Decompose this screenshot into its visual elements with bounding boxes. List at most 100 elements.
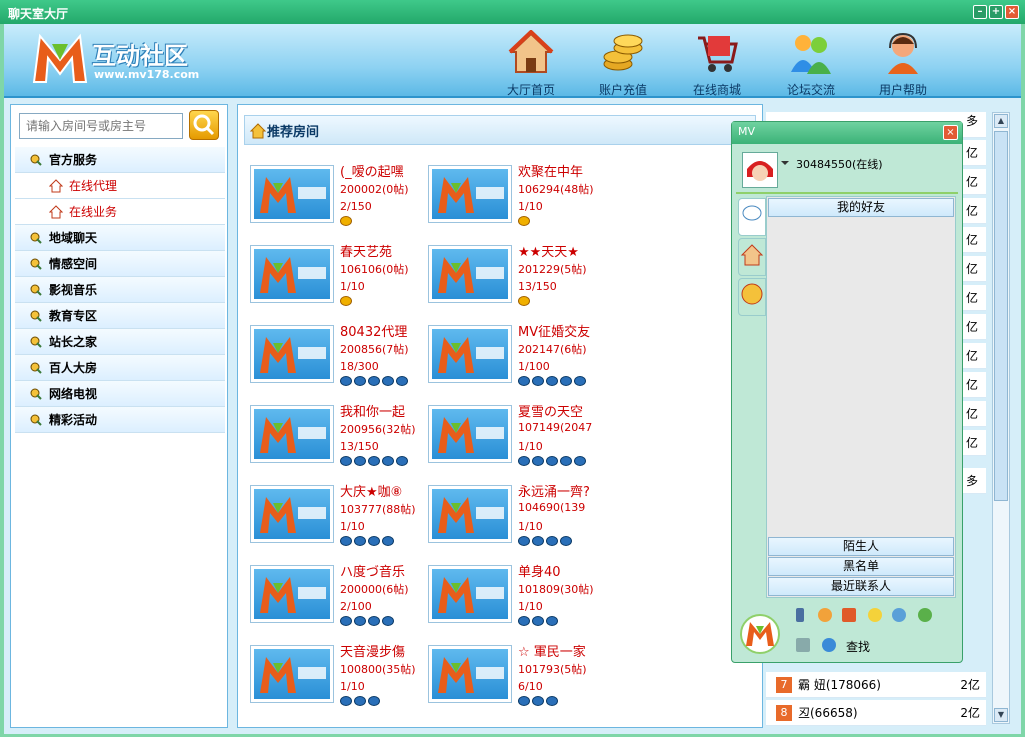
room-thumbnail[interactable] [428, 645, 512, 703]
room-card[interactable]: ★★天天★ 201229(5帖) 13/150 [428, 241, 604, 321]
find-button[interactable]: 查找 [846, 638, 870, 655]
badge-icon [382, 456, 394, 466]
scroll-down-icon[interactable]: ▼ [994, 708, 1008, 722]
sidebar-item-5[interactable]: 影视音乐 [15, 277, 225, 303]
badge-icon [546, 696, 558, 706]
room-card[interactable]: 春天艺苑 106106(0帖) 1/10 [250, 241, 426, 321]
sidebar-item-8[interactable]: 百人大房 [15, 355, 225, 381]
more-link[interactable]: 多 [966, 114, 978, 128]
sidebar-item-10[interactable]: 精彩活动 [15, 407, 225, 433]
badge-icon [396, 376, 408, 386]
room-thumbnail[interactable] [428, 165, 512, 223]
room-card[interactable]: ハ度づ音乐 200000(6帖) 2/100 [250, 561, 426, 641]
mail-icon[interactable] [842, 608, 856, 622]
room-thumbnail[interactable] [428, 565, 512, 623]
mv-logo-button[interactable] [740, 614, 780, 654]
tab-rooms[interactable] [738, 238, 766, 276]
minimize-icon[interactable]: – [973, 5, 987, 19]
tab-chat[interactable] [738, 198, 766, 236]
room-name[interactable]: MV征婚交友 [518, 321, 590, 340]
room-badges [340, 456, 408, 466]
room-card[interactable]: 80432代理 200856(7帖) 18/300 [250, 321, 426, 401]
scroll-thumb[interactable] [994, 131, 1008, 501]
pin-icon[interactable] [796, 608, 804, 622]
sidebar-item-4[interactable]: 情感空间 [15, 251, 225, 277]
sidebar-item-3[interactable]: 地域聊天 [15, 225, 225, 251]
room-name[interactable]: 天音漫步傷 [340, 641, 405, 660]
room-thumbnail[interactable] [428, 405, 512, 463]
sidebar-item-9[interactable]: 网络电视 [15, 381, 225, 407]
nav-mall[interactable]: 在线商城 [680, 30, 754, 98]
room-thumbnail[interactable] [250, 165, 334, 223]
vertical-scrollbar[interactable]: ▲ ▼ [992, 112, 1010, 724]
room-card[interactable]: 欢聚在中年 106294(48帖) 1/10 [428, 161, 604, 241]
close-icon[interactable]: × [943, 125, 958, 140]
group-recent-contacts[interactable]: 最近联系人 [768, 577, 954, 596]
sidebar-item-label: 百人大房 [49, 361, 98, 375]
avatar[interactable] [742, 152, 778, 188]
maximize-icon[interactable]: + [989, 5, 1003, 19]
chevron-down-icon[interactable] [780, 158, 790, 168]
room-name[interactable]: 欢聚在中年 [518, 161, 583, 180]
tab-center[interactable] [738, 278, 766, 316]
scroll-up-icon[interactable]: ▲ [994, 114, 1008, 128]
room-thumbnail[interactable] [250, 565, 334, 623]
badge-icon [340, 216, 352, 226]
plugin-icon[interactable] [918, 608, 932, 622]
room-card[interactable]: ☆ 軍民一家 101793(5帖) 6/10 [428, 641, 604, 721]
sidebar-item-0[interactable]: 官方服务 [15, 147, 225, 173]
room-thumbnail[interactable] [428, 245, 512, 303]
room-search-input[interactable] [19, 113, 183, 139]
badge-icon [560, 376, 572, 386]
nav-home[interactable]: 大厅首页 [494, 29, 568, 98]
room-name[interactable]: 春天艺苑 [340, 241, 392, 260]
room-name[interactable]: ハ度づ音乐 [340, 561, 405, 580]
room-id: 202147(6帖) [518, 343, 587, 356]
group-blacklist[interactable]: 黑名单 [768, 557, 954, 576]
room-card[interactable]: MV征婚交友 202147(6帖) 1/100 [428, 321, 604, 401]
room-name[interactable]: (_嗳の起嘿 [340, 161, 404, 180]
group-my-friends[interactable]: 我的好友 [768, 198, 954, 217]
room-thumbnail[interactable] [250, 245, 334, 303]
room-card[interactable]: 我和你一起 200956(32帖) 13/150 [250, 401, 426, 481]
search-button[interactable] [189, 110, 219, 140]
close-icon[interactable]: × [1005, 5, 1019, 19]
room-thumbnail[interactable] [250, 405, 334, 463]
room-thumbnail[interactable] [250, 645, 334, 703]
star-icon[interactable] [868, 608, 882, 622]
search-icon[interactable] [822, 638, 836, 652]
room-name[interactable]: 永远涌一齊? [518, 481, 590, 500]
badge-icon [340, 536, 352, 546]
room-card[interactable]: 天音漫步傷 100800(35帖) 1/10 [250, 641, 426, 721]
room-thumbnail[interactable] [250, 485, 334, 543]
sidebar-item-1[interactable]: 在线代理 [15, 173, 225, 199]
room-name[interactable]: 大庆★咖⑧ [340, 481, 402, 500]
sidebar-item-2[interactable]: 在线业务 [15, 199, 225, 225]
room-thumbnail[interactable] [428, 325, 512, 383]
sidebar-item-6[interactable]: 教育专区 [15, 303, 225, 329]
room-card[interactable]: (_嗳の起嘿 200002(0帖) 2/150 [250, 161, 426, 241]
room-card[interactable]: 单身40 101809(30帖) 1/10 [428, 561, 604, 641]
ranking-row[interactable]: 8 丒(66658) 2亿 [766, 700, 986, 726]
room-card[interactable]: 夏雪の天空 107149(2047 1/10 [428, 401, 604, 481]
room-name[interactable]: 单身40 [518, 561, 561, 580]
sidebar-item-7[interactable]: 站长之家 [15, 329, 225, 355]
nav-forum[interactable]: 论坛交流 [774, 30, 848, 98]
room-name[interactable]: ☆ 軍民一家 [518, 641, 586, 660]
room-card[interactable]: 大庆★咖⑧ 103777(88帖) 1/10 [250, 481, 426, 561]
room-thumbnail[interactable] [428, 485, 512, 543]
room-name[interactable]: ★★天天★ [518, 241, 579, 260]
room-name[interactable]: 80432代理 [340, 321, 407, 340]
room-thumbnail[interactable] [250, 325, 334, 383]
nav-help[interactable]: 用户帮助 [866, 30, 940, 98]
nav-recharge[interactable]: 账户充值 [586, 30, 660, 98]
profile-icon[interactable] [818, 608, 832, 622]
more-link[interactable]: 多 [966, 474, 978, 488]
speaker-icon[interactable] [796, 638, 810, 652]
room-card[interactable]: 永远涌一齊? 104690(139 1/10 [428, 481, 604, 561]
room-name[interactable]: 我和你一起 [340, 401, 405, 420]
group-strangers[interactable]: 陌生人 [768, 537, 954, 556]
ranking-row[interactable]: 7 霸 妞(178066) 2亿 [766, 672, 986, 698]
room-name[interactable]: 夏雪の天空 [518, 401, 583, 420]
bubble-icon[interactable] [892, 608, 906, 622]
